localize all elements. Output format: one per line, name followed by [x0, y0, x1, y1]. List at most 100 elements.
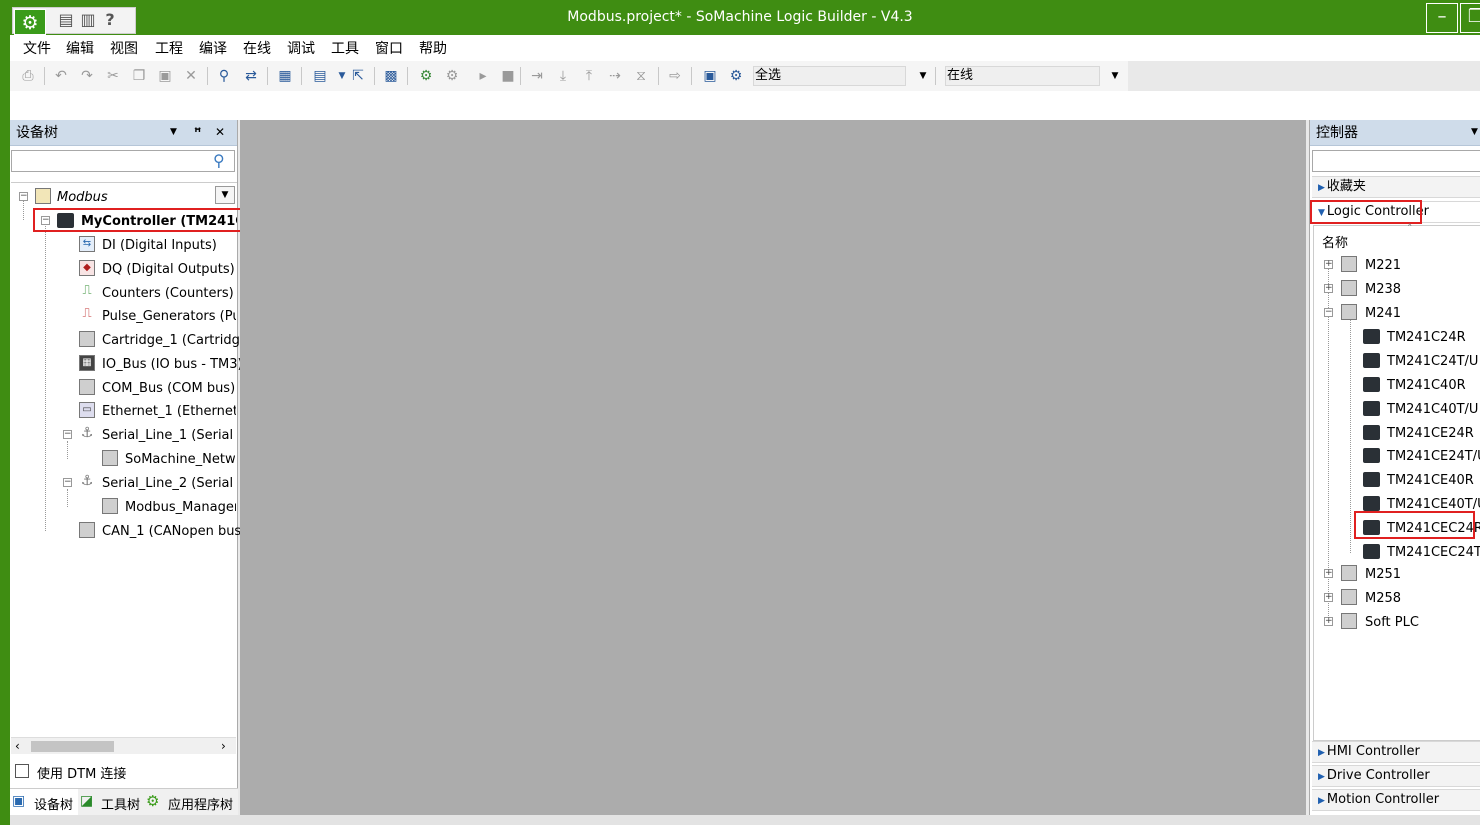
tree-node[interactable]: CAN_1 (CANopen bus): [102, 524, 246, 540]
menu-window[interactable]: 窗口: [375, 40, 403, 58]
expand-icon[interactable]: +: [1324, 569, 1333, 578]
copy-icon[interactable]: ❐: [130, 67, 148, 85]
hmi-controller-section[interactable]: ▶ HMI Controller: [1312, 741, 1480, 763]
controller-model[interactable]: TM241C24R: [1387, 330, 1466, 346]
controller-model[interactable]: TM241C40R: [1387, 378, 1466, 394]
close-icon[interactable]: ✕: [215, 125, 225, 139]
tab-device-tree[interactable]: ▣ 设备树: [10, 789, 78, 816]
online-combo[interactable]: 在线: [945, 66, 1100, 86]
redo-icon[interactable]: ↷: [78, 67, 96, 85]
collapse-icon[interactable]: −: [41, 216, 50, 225]
replace-icon[interactable]: ⇄: [242, 67, 260, 85]
maximize-button[interactable]: ❐: [1460, 3, 1480, 33]
controller-model[interactable]: TM241C24T/U: [1387, 354, 1478, 370]
collapse-icon[interactable]: −: [1324, 308, 1333, 317]
tree-node[interactable]: Serial_Line_2 (Serial line): [102, 476, 236, 492]
expand-icon[interactable]: +: [1324, 284, 1333, 293]
family-node[interactable]: M221: [1365, 258, 1401, 274]
start-icon[interactable]: ▸: [474, 67, 492, 85]
breakpoint-icon[interactable]: ⧖: [632, 67, 650, 85]
family-node[interactable]: M258: [1365, 591, 1401, 607]
controller-model[interactable]: TM241CE24R: [1387, 426, 1474, 442]
run-to-cursor-icon[interactable]: ⇢: [606, 67, 624, 85]
export-icon[interactable]: ⇱: [349, 67, 367, 85]
column-header-name[interactable]: 名称: [1322, 232, 1348, 251]
monitor-icon[interactable]: ▣: [701, 67, 719, 85]
logout-icon[interactable]: ⚙: [443, 67, 461, 85]
collapse-icon[interactable]: −: [63, 430, 72, 439]
search-icon[interactable]: ⚲: [213, 151, 225, 170]
tree-node[interactable]: Modbus_Manager (M: [125, 500, 236, 516]
undo-icon[interactable]: ↶: [52, 67, 70, 85]
chevron-down-icon[interactable]: ▼: [914, 66, 932, 86]
print-icon[interactable]: ⎙: [19, 67, 37, 85]
login-icon[interactable]: ⚙: [417, 67, 435, 85]
chevron-down-icon[interactable]: ▼: [215, 186, 235, 204]
menu-file[interactable]: 文件: [23, 40, 51, 58]
app-gear-icon[interactable]: ⚙: [14, 9, 46, 35]
cut-icon[interactable]: ✂: [104, 67, 122, 85]
chevron-down-icon[interactable]: ▼: [1106, 66, 1124, 86]
menu-tools[interactable]: 工具: [331, 40, 359, 58]
tree-node[interactable]: DI (Digital Inputs): [102, 238, 217, 254]
tree-node[interactable]: COM_Bus (COM bus): [102, 381, 235, 397]
step-out-icon[interactable]: ⤒: [580, 67, 598, 85]
controller-model-selected[interactable]: TM241CEC24R: [1387, 521, 1480, 537]
collapse-icon[interactable]: −: [19, 192, 28, 201]
menu-online[interactable]: 在线: [243, 40, 271, 58]
save-icon[interactable]: ▤: [57, 11, 75, 29]
family-node[interactable]: M251: [1365, 567, 1401, 583]
dtm-checkbox[interactable]: [15, 764, 29, 778]
drive-controller-section[interactable]: ▶ Drive Controller: [1312, 765, 1480, 787]
family-node[interactable]: Soft PLC: [1365, 615, 1419, 631]
tree-node[interactable]: SoMachine_Network: [125, 452, 236, 468]
expand-icon[interactable]: +: [1324, 260, 1333, 269]
catalog-search-input[interactable]: [1312, 150, 1480, 172]
tree-node[interactable]: Serial_Line_1 (Serial line): [102, 428, 236, 444]
controller-model[interactable]: TM241CE40R: [1387, 473, 1474, 489]
controller-model[interactable]: TM241CEC24T/U: [1387, 545, 1480, 561]
menu-edit[interactable]: 编辑: [66, 40, 94, 58]
tree-controller-label[interactable]: MyController (TM241CEC: [81, 214, 237, 230]
controller-model[interactable]: TM241C40T/U: [1387, 402, 1478, 418]
settings-icon[interactable]: ⚙: [727, 67, 745, 85]
controller-model[interactable]: TM241CE24T/U: [1387, 449, 1480, 465]
stop-icon[interactable]: ■: [499, 67, 517, 85]
menu-view[interactable]: 视图: [110, 40, 138, 58]
horizontal-scrollbar[interactable]: ‹ ›: [11, 737, 236, 754]
scrollbar-thumb[interactable]: [31, 741, 114, 752]
scroll-right-icon[interactable]: ›: [221, 739, 226, 753]
chevron-down-icon[interactable]: ▼: [170, 127, 177, 137]
step-over-icon[interactable]: ⇥: [528, 67, 546, 85]
tab-tools-tree[interactable]: ◪ 工具树: [78, 789, 146, 816]
favorites-section[interactable]: ▶ 收藏夹: [1312, 176, 1480, 198]
step-into-icon[interactable]: ⤓: [554, 67, 572, 85]
expand-icon[interactable]: +: [1324, 593, 1333, 602]
family-node[interactable]: M241: [1365, 306, 1401, 322]
menu-help[interactable]: 帮助: [419, 40, 447, 58]
find-icon[interactable]: ⚲: [215, 67, 233, 85]
add-object-icon[interactable]: ▤: [311, 67, 329, 85]
expand-icon[interactable]: +: [1324, 617, 1333, 626]
menu-build[interactable]: 编译: [199, 40, 227, 58]
help-icon[interactable]: ?: [101, 11, 119, 29]
menu-debug[interactable]: 调试: [287, 40, 315, 58]
device-tree-search-input[interactable]: [11, 150, 235, 172]
scroll-left-icon[interactable]: ‹: [15, 739, 20, 753]
tree-root-label[interactable]: Modbus: [57, 190, 108, 206]
chevron-down-icon[interactable]: ▼: [1471, 127, 1478, 137]
tree-node[interactable]: Ethernet_1 (Ethernet Ne: [102, 404, 236, 420]
paste-icon[interactable]: ▣: [156, 67, 174, 85]
minimize-button[interactable]: –: [1426, 3, 1458, 33]
pin-icon[interactable]: ꟸ: [194, 125, 201, 139]
delete-icon[interactable]: ✕: [182, 67, 200, 85]
build-icon[interactable]: ▩: [382, 67, 400, 85]
tree-node[interactable]: DQ (Digital Outputs): [102, 262, 235, 278]
save-all-icon[interactable]: ▥: [79, 11, 97, 29]
select-combo[interactable]: 全选: [753, 66, 906, 86]
tree-node[interactable]: Counters (Counters): [102, 286, 234, 302]
next-statement-icon[interactable]: ⇨: [666, 67, 684, 85]
menu-project[interactable]: 工程: [155, 40, 183, 58]
tab-application-tree[interactable]: ⚙ 应用程序树: [146, 789, 238, 816]
tree-node[interactable]: Cartridge_1 (Cartridge): [102, 333, 253, 349]
